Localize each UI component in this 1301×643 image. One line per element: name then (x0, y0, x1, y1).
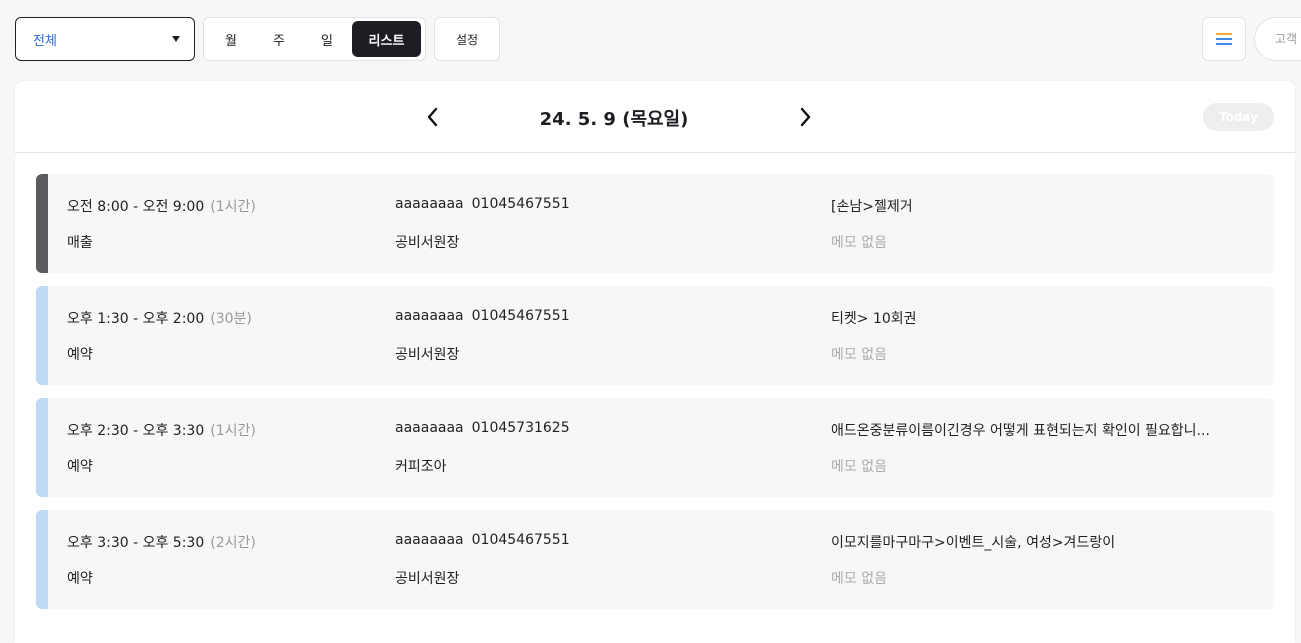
tab-list[interactable]: 리스트 (352, 21, 421, 57)
service-name: 애드온중분류이름이긴경우 어떻게 표현되는지 확인이 필요합니... (831, 423, 1210, 439)
memo: 메모 없음 (831, 459, 887, 475)
appointment-type: 예약 (67, 347, 93, 363)
appointment-type: 매출 (67, 235, 93, 251)
tab-day[interactable]: 일 (304, 21, 350, 57)
appointment-duration: (30분) (210, 311, 252, 327)
customer-name: aaaaaaaa (395, 308, 464, 324)
customer-button[interactable]: 고객 (1254, 17, 1301, 61)
staff-name: 공비서원장 (395, 347, 460, 363)
customer-name: aaaaaaaa (395, 532, 464, 548)
staff-name: 공비서원장 (395, 571, 460, 587)
customer-phone: 01045467551 (471, 532, 570, 548)
status-bar (36, 174, 48, 273)
chevron-left-icon (427, 107, 438, 127)
memo: 메모 없음 (831, 347, 887, 363)
appointment-card[interactable]: 오후 1:30 - 오후 2:00 (30분) 예약 aaaaaaaa 010454… (36, 286, 1274, 385)
appointment-card[interactable]: 오후 3:30 - 오후 5:30 (2시간) 예약 aaaaaaaa 010454… (36, 510, 1274, 609)
appointment-duration: (2시간) (210, 535, 256, 551)
service-name: 이모지를마구마구>이벤트_시술, 여성>겨드랑이 (831, 535, 1116, 551)
view-switcher: 월 주 일 리스트 (203, 17, 426, 61)
customer-name: aaaaaaaa (395, 420, 464, 436)
customer-name: aaaaaaaa (395, 196, 464, 212)
status-bar (36, 398, 48, 497)
prev-date-button[interactable] (423, 106, 443, 128)
customer-info: aaaaaaaa 01045467551 (395, 532, 570, 548)
appointment-type: 예약 (67, 571, 93, 587)
today-button[interactable]: Today (1203, 103, 1274, 131)
filter-select[interactable]: 전체 (15, 17, 195, 61)
customer-info: aaaaaaaa 01045467551 (395, 196, 570, 212)
appointment-card[interactable]: 오후 2:30 - 오후 3:30 (1시간) 예약 aaaaaaaa 010457… (36, 398, 1274, 497)
current-date: 24. 5. 9 (목요일) (539, 109, 689, 130)
customer-phone: 01045467551 (471, 308, 570, 324)
service-name: 티켓> 10회권 (831, 311, 917, 327)
date-header: 24. 5. 9 (목요일) Today (15, 81, 1295, 153)
appointment-time: 오후 3:30 - 오후 5:30 (2시간) (67, 535, 256, 551)
caret-down-icon (172, 36, 180, 42)
toolbar: 전체 월 주 일 리스트 설정 고객 (0, 0, 1301, 80)
hamburger-menu-icon (1216, 33, 1232, 45)
appointment-duration: (1시간) (210, 199, 256, 215)
appointment-card[interactable]: 오전 8:00 - 오전 9:00 (1시간) 매출 aaaaaaaa 010454… (36, 174, 1274, 273)
status-bar (36, 286, 48, 385)
appointment-list: 오전 8:00 - 오전 9:00 (1시간) 매출 aaaaaaaa 010454… (36, 174, 1274, 622)
memo: 메모 없음 (831, 571, 887, 587)
schedule-panel: 24. 5. 9 (목요일) Today 오전 8:00 - 오전 9:00 (1… (15, 81, 1295, 643)
appointment-duration: (1시간) (210, 423, 256, 439)
menu-button[interactable] (1202, 17, 1246, 61)
customer-phone: 01045467551 (471, 196, 570, 212)
tab-month[interactable]: 월 (208, 21, 254, 57)
customer-info: aaaaaaaa 01045467551 (395, 308, 570, 324)
customer-info: aaaaaaaa 01045731625 (395, 420, 570, 436)
appointment-time: 오전 8:00 - 오전 9:00 (1시간) (67, 199, 256, 215)
appointment-time: 오후 2:30 - 오후 3:30 (1시간) (67, 423, 256, 439)
service-name: [손남>젤제거 (831, 199, 913, 215)
appointment-time: 오후 1:30 - 오후 2:00 (30분) (67, 311, 252, 327)
filter-select-value: 전체 (33, 33, 57, 49)
appointment-type: 예약 (67, 459, 93, 475)
status-bar (36, 510, 48, 609)
memo: 메모 없음 (831, 235, 887, 251)
staff-name: 공비서원장 (395, 235, 460, 251)
chevron-right-icon (800, 107, 811, 127)
customer-phone: 01045731625 (471, 420, 570, 436)
staff-name: 커피조아 (395, 459, 447, 475)
next-date-button[interactable] (795, 106, 815, 128)
tab-week[interactable]: 주 (256, 21, 302, 57)
settings-button[interactable]: 설정 (434, 17, 500, 61)
